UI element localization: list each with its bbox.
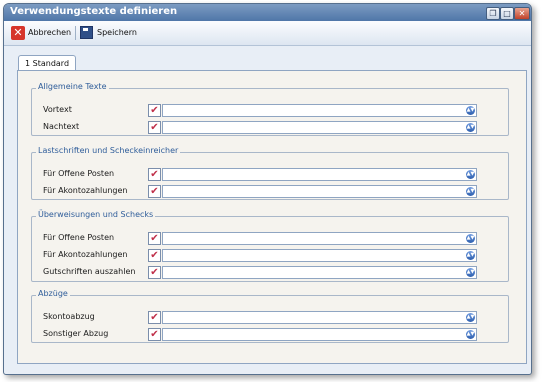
field-label: Für Akontozahlungen <box>43 186 128 195</box>
form-row: Gutschriften auszahlen ✔ ▲▼ <box>32 266 508 279</box>
text-combo-field[interactable]: ▲▼ <box>162 104 477 117</box>
checkbox[interactable]: ✔ <box>148 328 161 341</box>
spin-icon[interactable]: ▲▼ <box>466 313 475 322</box>
text-input[interactable] <box>163 186 467 197</box>
text-input[interactable] <box>163 233 467 244</box>
text-input[interactable] <box>163 169 467 180</box>
group-abzuege: Abzüge Skontoabzug ✔ ▲▼ Sonstiger Abzug … <box>31 289 509 343</box>
spin-icon[interactable]: ▲▼ <box>466 251 475 260</box>
spin-icon[interactable]: ▲▼ <box>466 187 475 196</box>
field-label: Sonstiger Abzug <box>43 329 109 338</box>
text-combo-field[interactable]: ▲▼ <box>162 266 477 279</box>
field-label: Nachtext <box>43 122 80 131</box>
toolbar: ✕ Abbrechen Speichern <box>4 21 531 46</box>
text-combo-field[interactable]: ▲▼ <box>162 311 477 324</box>
dialog-window: Verwendungstexte definieren ❐ □ ✕ ✕ Abbr… <box>3 3 532 375</box>
group-title: Abzüge <box>36 289 70 298</box>
group-lastschriften: Lastschriften und Scheckeinreicher Für O… <box>31 146 509 200</box>
text-input[interactable] <box>163 312 467 323</box>
text-combo-field[interactable]: ▲▼ <box>162 121 477 134</box>
form-row: Für Akontozahlungen ✔ ▲▼ <box>32 249 508 262</box>
form-row: Vortext ✔ ▲▼ <box>32 104 508 117</box>
text-combo-field[interactable]: ▲▼ <box>162 185 477 198</box>
checkbox[interactable]: ✔ <box>148 121 161 134</box>
maximize-icon[interactable]: □ <box>500 7 514 20</box>
toolbar-separator <box>75 26 76 40</box>
save-button[interactable]: Speichern <box>80 24 137 41</box>
spin-icon[interactable]: ▲▼ <box>466 330 475 339</box>
checkbox[interactable]: ✔ <box>148 185 161 198</box>
close-icon[interactable]: ✕ <box>514 7 530 20</box>
checkbox[interactable]: ✔ <box>148 232 161 245</box>
checkbox[interactable]: ✔ <box>148 104 161 117</box>
checkbox[interactable]: ✔ <box>148 311 161 324</box>
cancel-button[interactable]: ✕ Abbrechen <box>11 24 71 41</box>
text-combo-field[interactable]: ▲▼ <box>162 232 477 245</box>
spin-icon[interactable]: ▲▼ <box>466 268 475 277</box>
spin-icon[interactable]: ▲▼ <box>466 123 475 132</box>
field-label: Für Offene Posten <box>43 233 115 242</box>
spin-icon[interactable]: ▲▼ <box>466 106 475 115</box>
tab-bar: 1 Standard <box>4 53 531 72</box>
field-label: Für Akontozahlungen <box>43 250 128 259</box>
save-button-label: Speichern <box>97 28 137 37</box>
group-title: Lastschriften und Scheckeinreicher <box>36 146 181 155</box>
group-ueberweisungen: Überweisungen und Schecks Für Offene Pos… <box>31 210 509 282</box>
tab-panel: Allgemeine Texte Vortext ✔ ▲▼ Nachtext ✔… <box>17 70 527 364</box>
form-row: Nachtext ✔ ▲▼ <box>32 121 508 134</box>
cancel-button-label: Abbrechen <box>28 28 72 37</box>
text-input[interactable] <box>163 122 467 133</box>
group-title: Überweisungen und Schecks <box>36 210 156 219</box>
form-row: Für Offene Posten ✔ ▲▼ <box>32 168 508 181</box>
checkbox[interactable]: ✔ <box>148 168 161 181</box>
checkbox[interactable]: ✔ <box>148 266 161 279</box>
checkbox[interactable]: ✔ <box>148 249 161 262</box>
form-row: Für Akontozahlungen ✔ ▲▼ <box>32 185 508 198</box>
form-row: Sonstiger Abzug ✔ ▲▼ <box>32 328 508 341</box>
text-input[interactable] <box>163 329 467 340</box>
spin-icon[interactable]: ▲▼ <box>466 170 475 179</box>
cancel-icon: ✕ <box>11 25 25 40</box>
text-combo-field[interactable]: ▲▼ <box>162 249 477 262</box>
save-icon <box>80 26 93 39</box>
form-row: Für Offene Posten ✔ ▲▼ <box>32 232 508 245</box>
field-label: Gutschriften auszahlen <box>43 267 136 276</box>
text-input[interactable] <box>163 267 467 278</box>
restore-icon[interactable]: ❐ <box>486 7 500 20</box>
field-label: Vortext <box>43 105 72 114</box>
text-input[interactable] <box>163 105 467 116</box>
text-combo-field[interactable]: ▲▼ <box>162 168 477 181</box>
group-allgemeine-texte: Allgemeine Texte Vortext ✔ ▲▼ Nachtext ✔… <box>31 82 509 136</box>
form-row: Skontoabzug ✔ ▲▼ <box>32 311 508 324</box>
text-combo-field[interactable]: ▲▼ <box>162 328 477 341</box>
field-label: Für Offene Posten <box>43 169 115 178</box>
spin-icon[interactable]: ▲▼ <box>466 234 475 243</box>
title-bar[interactable]: Verwendungstexte definieren ❐ □ ✕ <box>4 4 531 21</box>
group-title: Allgemeine Texte <box>36 82 109 91</box>
window-title: Verwendungstexte definieren <box>10 6 178 17</box>
text-input[interactable] <box>163 250 467 261</box>
field-label: Skontoabzug <box>43 312 95 321</box>
